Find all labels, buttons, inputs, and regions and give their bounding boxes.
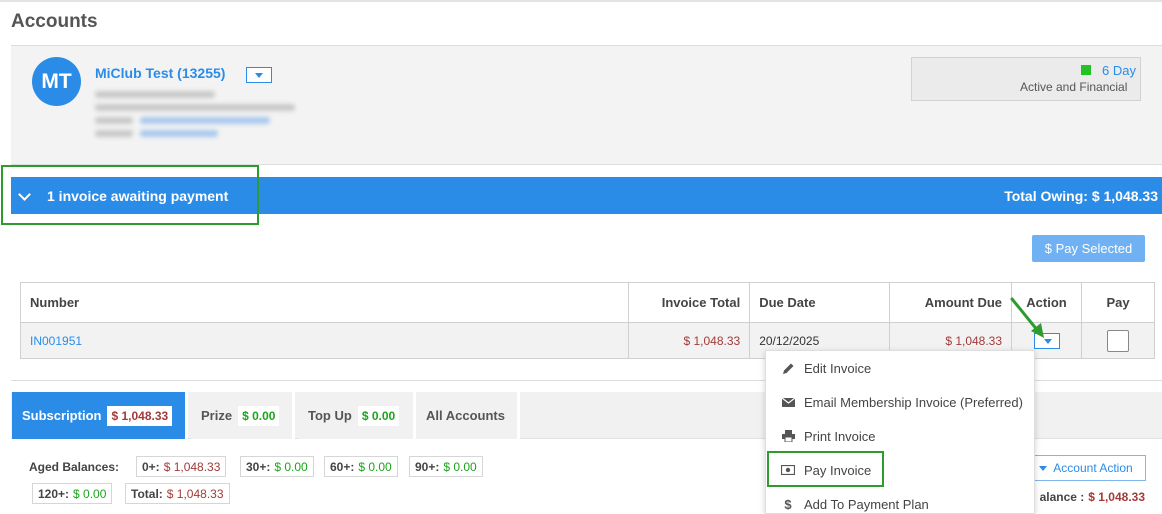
tab-label: Prize [201,408,233,423]
redacted-detail [140,130,218,137]
tab-label: All Accounts [426,408,505,423]
aged-value: $ 0.00 [73,487,107,501]
aged-balance-total: Total: $ 1,048.33 [125,483,230,504]
column-header-pay: Pay [1081,282,1155,323]
invoice-action-menu: Edit Invoice Email Membership Invoice (P… [765,350,1035,514]
redacted-detail [140,117,270,124]
tab-amount-badge: $ 0.00 [238,405,280,426]
redacted-detail [95,91,215,98]
aged-key: 0+: [142,460,160,474]
menu-item-print-invoice[interactable]: Print Invoice [766,419,1034,453]
tab-label: Subscription [22,408,102,423]
aged-key: 60+: [330,460,355,474]
highlight-box [1,165,259,225]
invoice-table: Number Invoice Total Due Date Amount Due… [19,282,1155,359]
total-owing: Total Owing: $ 1,048.33 [1004,188,1158,204]
aged-key: 30+: [246,460,271,474]
redacted-detail [95,104,295,111]
aged-balance-90: 90+: $ 0.00 [409,456,483,477]
highlight-box [767,451,884,487]
top-divider [0,0,1162,2]
printer-icon [781,429,795,443]
invoice-number-link[interactable]: IN001951 [30,334,82,348]
menu-item-label: Email Membership Invoice (Preferred) [804,394,1023,410]
menu-item-label: Add To Payment Plan [804,496,929,512]
page-title: Accounts [11,11,98,32]
aged-balance-30: 30+: $ 0.00 [240,456,314,477]
pencil-icon [781,361,795,375]
caret-down-icon [1039,465,1048,471]
menu-item-add-to-payment-plan[interactable]: $ Add To Payment Plan [766,487,1034,513]
aged-value: $ 0.00 [443,460,477,474]
aged-value: $ 1,048.33 [166,487,224,501]
envelope-icon [781,395,795,409]
member-dropdown-button[interactable] [246,67,272,83]
status-days: 6 Day [1102,63,1136,78]
menu-item-email-invoice[interactable]: Email Membership Invoice (Preferred) [766,385,1034,419]
redacted-detail [95,130,133,137]
caret-down-icon [255,72,263,78]
tab-prize[interactable]: Prize $ 0.00 [191,392,295,439]
tab-subscription[interactable]: Subscription $ 1,048.33 [12,392,188,439]
avatar: MT [32,57,81,106]
tab-amount-badge: $ 0.00 [357,405,400,426]
account-action-label: Account Action [1053,461,1133,475]
menu-item-label: Edit Invoice [804,360,872,376]
redacted-detail [95,117,133,124]
aged-key: 90+: [415,460,440,474]
aged-balances-label: Aged Balances: [29,460,120,474]
menu-item-label: Print Invoice [804,428,876,444]
invoice-total: $ 1,048.33 [683,333,741,348]
column-header-amount-due: Amount Due [889,282,1013,323]
aged-key: Total: [131,487,163,501]
tab-label: Top Up [308,408,352,423]
aged-value: $ 0.00 [274,460,308,474]
aged-value: $ 0.00 [358,460,392,474]
pay-selected-button[interactable]: $ Pay Selected [1032,235,1145,262]
arrow-icon [1010,297,1044,338]
column-header-number: Number [19,282,630,323]
menu-item-edit-invoice[interactable]: Edit Invoice [766,351,1034,385]
status-indicator-icon [1081,65,1091,75]
pay-checkbox[interactable] [1107,329,1129,352]
column-header-due-date: Due Date [749,282,891,323]
tab-top-up[interactable]: Top Up $ 0.00 [298,392,416,439]
tab-amount-badge: $ 1,048.33 [107,405,173,426]
aged-balance-0: 0+: $ 1,048.33 [136,456,227,477]
member-name-link[interactable]: MiClub Test (13255) [95,65,225,81]
column-header-invoice-total: Invoice Total [628,282,751,323]
balance-value: $ 1,048.33 [1088,490,1145,504]
account-action-button[interactable]: Account Action [1026,455,1146,481]
balance-label: alance : [1039,490,1085,504]
dollar-icon: $ [784,496,792,512]
tab-all-accounts[interactable]: All Accounts [416,392,520,439]
aged-key: 120+: [38,487,70,501]
aged-balance-60: 60+: $ 0.00 [324,456,398,477]
status-text: Active and Financial [1020,80,1128,94]
amount-due: $ 1,048.33 [945,333,1003,348]
aged-balance-120: 120+: $ 0.00 [32,483,113,504]
table-header-row: Number Invoice Total Due Date Amount Due… [19,282,1155,323]
aged-value: $ 1,048.33 [163,460,221,474]
